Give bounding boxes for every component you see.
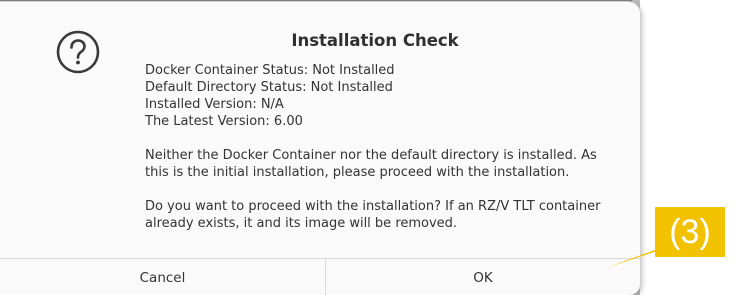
directory-status-text: Default Directory Status: Not Installed (145, 80, 393, 95)
cancel-button[interactable]: Cancel (0, 259, 326, 295)
docker-status-text: Docker Container Status: Not Installed (145, 63, 395, 78)
dialog-button-bar: Cancel OK (0, 258, 640, 295)
dialog-body: Docker Container Status: Not Installed D… (145, 62, 625, 232)
ok-button[interactable]: OK (326, 259, 640, 295)
latest-version-text: The Latest Version: 6.00 (145, 114, 303, 129)
installation-check-dialog: Installation Check Docker Container Stat… (0, 2, 640, 295)
message-line-2: this is the initial installation, please… (145, 165, 570, 180)
dialog-title: Installation Check (291, 31, 459, 50)
question-line-2: already exists, it and its image will be… (145, 216, 458, 231)
installed-version-text: Installed Version: N/A (145, 97, 284, 112)
question-icon (55, 29, 101, 75)
question-line-1: Do you want to proceed with the installa… (145, 199, 601, 214)
step-callout-badge: (3) (655, 207, 725, 257)
message-line-1: Neither the Docker Container nor the def… (145, 148, 597, 163)
